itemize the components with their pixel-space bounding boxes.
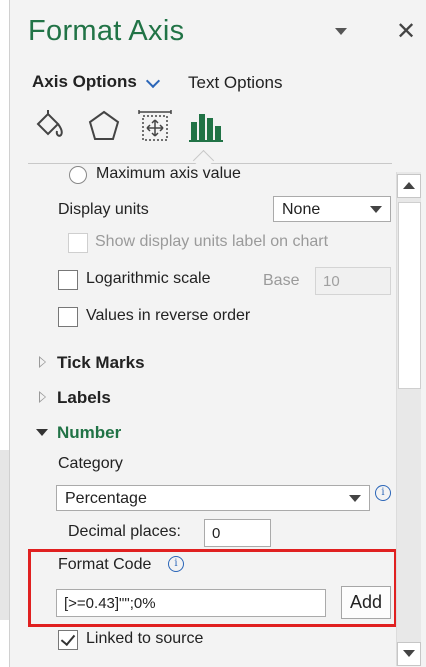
base-label: Base <box>263 272 300 289</box>
labels-expand-icon[interactable] <box>39 391 46 403</box>
vertical-scrollbar[interactable] <box>396 172 421 666</box>
category-dropdown[interactable]: Percentage <box>56 485 370 511</box>
pane-title: Format Axis <box>28 15 185 47</box>
display-units-dropdown[interactable]: None <box>273 196 391 222</box>
linked-to-source-checkbox[interactable] <box>58 630 78 650</box>
scroll-down-icon[interactable] <box>397 642 421 666</box>
chevron-down-icon[interactable] <box>145 73 161 89</box>
show-display-units-checkbox[interactable] <box>68 233 88 253</box>
values-reverse-order-checkbox[interactable] <box>58 307 78 327</box>
show-display-units-label: Show display units label on chart <box>95 233 329 250</box>
fill-line-icon[interactable] <box>30 108 66 144</box>
section-labels[interactable]: Labels <box>57 388 111 408</box>
close-icon[interactable]: ✕ <box>396 18 416 46</box>
category-info-icon[interactable]: i <box>375 485 391 501</box>
format-code-highlight-box <box>28 549 397 627</box>
axis-options-icon[interactable] <box>187 108 223 144</box>
tab-text-options[interactable]: Text Options <box>188 73 283 93</box>
tick-marks-expand-icon[interactable] <box>39 356 46 368</box>
display-units-label: Display units <box>58 201 149 218</box>
logarithmic-scale-label: Logarithmic scale <box>86 270 211 287</box>
base-input[interactable]: 10 <box>315 267 391 295</box>
section-tick-marks[interactable]: Tick Marks <box>57 353 145 373</box>
category-value: Percentage <box>65 490 147 507</box>
pane-options-chevron-icon[interactable] <box>335 28 347 35</box>
decimal-places-input[interactable]: 0 <box>204 519 271 547</box>
display-units-value: None <box>282 201 321 218</box>
section-number[interactable]: Number <box>57 423 121 443</box>
chevron-down-icon <box>349 495 361 502</box>
decimal-places-label: Decimal places: <box>68 523 181 540</box>
linked-to-source-label: Linked to source <box>86 630 204 647</box>
number-collapse-icon[interactable] <box>36 429 48 436</box>
tab-axis-options[interactable]: Axis Options <box>32 72 137 92</box>
scroll-up-icon[interactable] <box>397 174 421 198</box>
values-reverse-order-label: Values in reverse order <box>86 307 251 324</box>
category-label: Category <box>58 455 123 472</box>
max-axis-value-label: Maximum axis value <box>96 165 241 182</box>
chevron-down-icon <box>370 206 382 213</box>
logarithmic-scale-checkbox[interactable] <box>58 270 78 290</box>
scroll-thumb[interactable] <box>398 202 421 389</box>
max-axis-value-radio[interactable] <box>69 166 87 184</box>
size-properties-icon[interactable] <box>137 108 173 144</box>
effects-icon[interactable] <box>86 108 122 144</box>
